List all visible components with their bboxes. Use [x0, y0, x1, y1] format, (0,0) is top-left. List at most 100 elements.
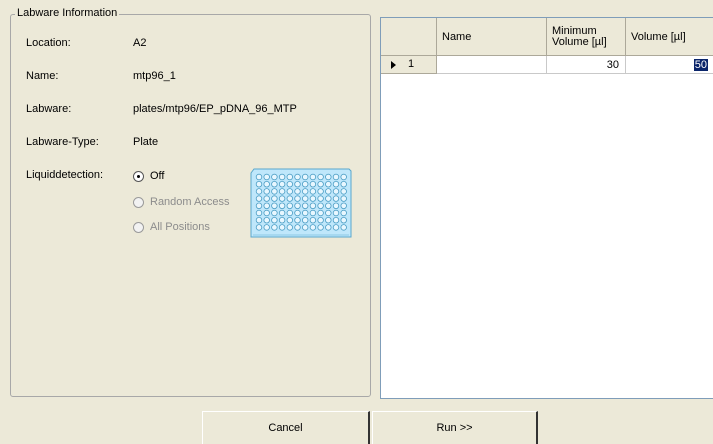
labware-label: Labware: [26, 103, 72, 115]
column-header-volume[interactable]: Volume [µl] [626, 18, 713, 56]
well [271, 217, 278, 224]
well [340, 173, 347, 181]
radio-random-access-label: Random Access [150, 196, 230, 208]
run-button[interactable]: Run >> [372, 411, 538, 444]
grid-corner-cell [381, 18, 437, 56]
well [309, 173, 317, 181]
well [255, 181, 263, 188]
selected-volume-text[interactable]: 50 [693, 58, 708, 71]
radio-random-access[interactable] [133, 196, 144, 208]
well [325, 202, 332, 209]
well [302, 209, 309, 217]
well [294, 173, 301, 181]
well [278, 209, 286, 217]
current-row-arrow-icon [391, 61, 396, 69]
well [332, 209, 340, 217]
well [340, 209, 347, 217]
well [278, 188, 286, 195]
volume-grid[interactable]: Name Minimum Volume [µl] Volume [µl] 1 30… [380, 17, 713, 399]
well [309, 209, 317, 217]
column-header-minimum-volume[interactable]: Minimum Volume [µl] [547, 18, 626, 56]
cell-name[interactable] [437, 56, 547, 74]
well [309, 202, 317, 209]
well [278, 173, 286, 181]
well [340, 224, 347, 231]
well [332, 217, 340, 224]
well [317, 209, 324, 217]
well [317, 217, 324, 224]
well [325, 173, 332, 181]
well [302, 195, 309, 202]
well [325, 209, 332, 217]
well [325, 195, 332, 202]
radio-off[interactable] [133, 170, 144, 182]
minimum-volume-header-text: Minimum Volume [µl] [552, 24, 607, 48]
well [325, 181, 332, 188]
well [255, 224, 263, 231]
well [340, 217, 347, 224]
liquiddetection-all-positions-option[interactable]: All Positions [133, 219, 210, 235]
well [286, 188, 293, 195]
well [286, 217, 293, 224]
well [263, 173, 270, 181]
location-value: A2 [133, 37, 147, 49]
well [278, 217, 286, 224]
well [309, 188, 317, 195]
liquiddetection-random-access-option[interactable]: Random Access [133, 194, 229, 210]
row-index: 1 [408, 58, 415, 70]
liquiddetection-off-option[interactable]: Off [133, 168, 164, 184]
liquiddetection-label: Liquiddetection: [26, 169, 104, 181]
well [271, 209, 278, 217]
well [332, 181, 340, 188]
well [294, 209, 301, 217]
cancel-button[interactable]: Cancel [202, 411, 370, 444]
cell-minimum-volume[interactable]: 30 [547, 56, 626, 74]
well [309, 224, 317, 231]
well [332, 188, 340, 195]
well [263, 209, 270, 217]
well [325, 188, 332, 195]
row-header[interactable]: 1 [381, 56, 437, 74]
well [255, 195, 263, 202]
table-row[interactable]: 1 30 50 [381, 56, 713, 74]
well [317, 224, 324, 231]
well [255, 217, 263, 224]
column-header-name[interactable]: Name [437, 18, 547, 56]
well [294, 224, 301, 231]
well [286, 173, 293, 181]
well [271, 202, 278, 209]
well [255, 188, 263, 195]
name-label: Name: [26, 70, 59, 82]
well [294, 217, 301, 224]
well [271, 188, 278, 195]
well [278, 195, 286, 202]
well [332, 173, 340, 181]
radio-all-positions[interactable] [133, 221, 144, 233]
well [255, 209, 263, 217]
well [302, 181, 309, 188]
well [340, 195, 347, 202]
cell-volume[interactable]: 50 [626, 56, 713, 74]
well [302, 173, 309, 181]
well [263, 195, 270, 202]
well [286, 195, 293, 202]
well [271, 173, 278, 181]
well [286, 202, 293, 209]
well [317, 202, 324, 209]
well [255, 173, 263, 181]
labware-information-title: Labware Information [15, 6, 120, 20]
well [332, 202, 340, 209]
well [271, 195, 278, 202]
well [332, 224, 340, 231]
well [302, 202, 309, 209]
well [294, 202, 301, 209]
well [294, 188, 301, 195]
well [325, 217, 332, 224]
labware-type-value: Plate [133, 136, 159, 148]
well [263, 202, 270, 209]
well [309, 217, 317, 224]
well [302, 217, 309, 224]
well [286, 181, 293, 188]
well [309, 181, 317, 188]
microplate-96-icon [250, 168, 352, 238]
